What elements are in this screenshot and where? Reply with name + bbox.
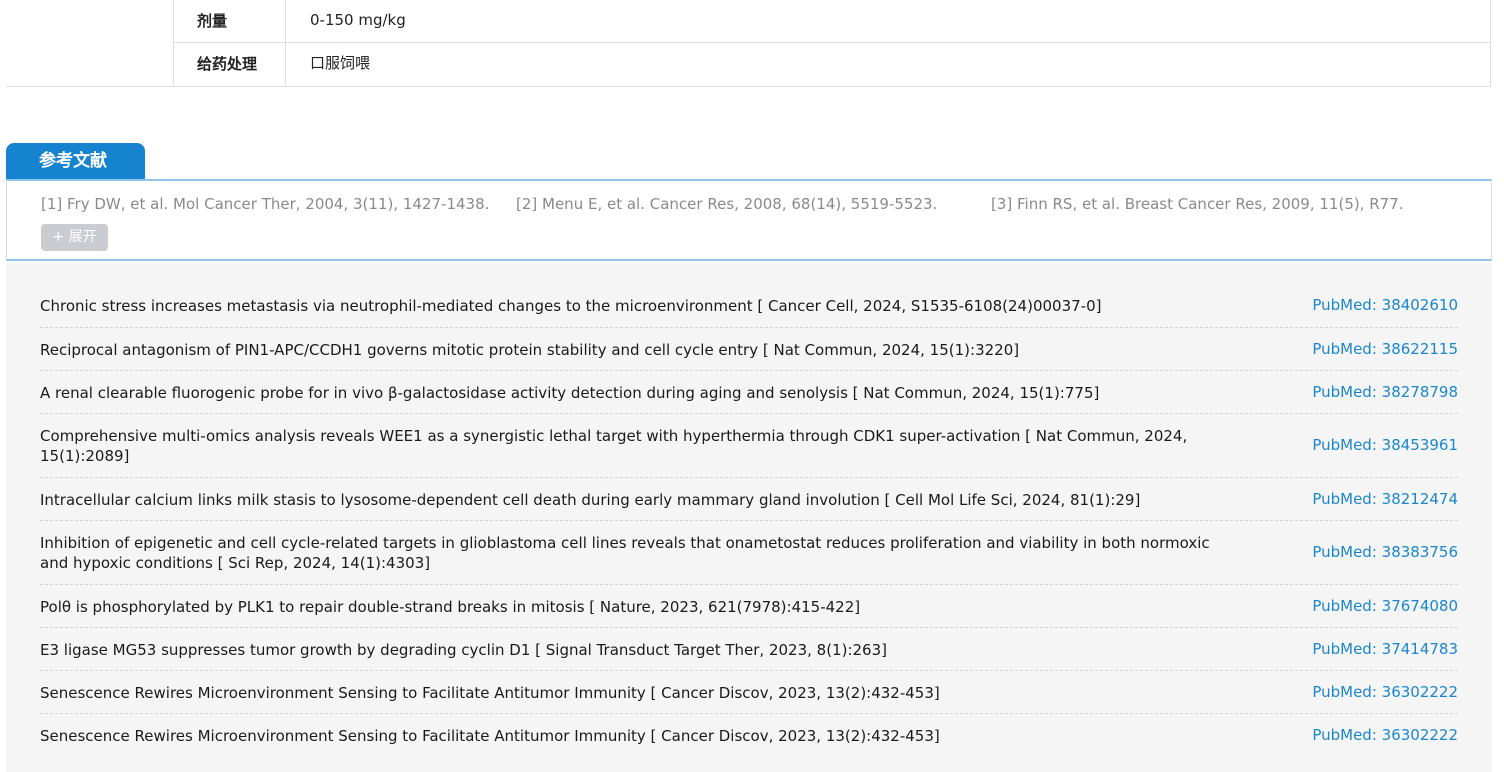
citation-row: Senescence Rewires Microenvironment Sens…	[40, 671, 1458, 714]
citations-list: Chronic stress increases metastasis via …	[40, 284, 1458, 757]
dosing-table: 剂量 0-150 mg/kg 给药处理 口服饲喂	[6, 0, 1491, 87]
pubmed-link[interactable]: PubMed: 38622115	[1312, 340, 1458, 358]
pubmed-link[interactable]: PubMed: 38278798	[1312, 383, 1458, 401]
citation-row: Inhibition of epigenetic and cell cycle-…	[40, 521, 1458, 585]
citation-row: Senescence Rewires Microenvironment Sens…	[40, 714, 1458, 757]
dosing-value: 口服饲喂	[310, 54, 371, 72]
dosing-table-spacer	[6, 0, 174, 87]
pubmed-link[interactable]: PubMed: 38383756	[1312, 543, 1458, 561]
dosing-key: 剂量	[174, 0, 286, 42]
citation-row: A renal clearable fluorogenic probe for …	[40, 371, 1458, 414]
expand-button[interactable]: + 展开	[41, 224, 108, 251]
citations-panel: Chronic stress increases metastasis via …	[6, 263, 1492, 772]
citation-title: E3 ligase MG53 suppresses tumor growth b…	[40, 641, 887, 659]
reference-item: [2] Menu E, et al. Cancer Res, 2008, 68(…	[516, 195, 938, 213]
pubmed-link[interactable]: PubMed: 38402610	[1312, 296, 1458, 314]
citation-row: Chronic stress increases metastasis via …	[40, 284, 1458, 328]
pubmed-link[interactable]: PubMed: 36302222	[1312, 683, 1458, 701]
citation-row: Polθ is phosphorylated by PLK1 to repair…	[40, 585, 1458, 628]
citation-row: E3 ligase MG53 suppresses tumor growth b…	[40, 628, 1458, 671]
pubmed-link[interactable]: PubMed: 37674080	[1312, 597, 1458, 615]
citation-title: Intracellular calcium links milk stasis …	[40, 491, 1141, 509]
dosing-key: 给药处理	[174, 43, 286, 87]
citation-title: Chronic stress increases metastasis via …	[40, 297, 1102, 315]
citation-title: Comprehensive multi-omics analysis revea…	[40, 427, 1188, 465]
references-box: [1] Fry DW, et al. Mol Cancer Ther, 2004…	[6, 179, 1492, 261]
citation-row: Intracellular calcium links milk stasis …	[40, 478, 1458, 521]
reference-item: [1] Fry DW, et al. Mol Cancer Ther, 2004…	[41, 195, 490, 213]
dosing-row-administration: 给药处理 口服饲喂	[174, 43, 1491, 87]
pubmed-link[interactable]: PubMed: 36302222	[1312, 726, 1458, 744]
citation-row: Reciprocal antagonism of PIN1-APC/CCDH1 …	[40, 328, 1458, 371]
dosing-row-dose: 剂量 0-150 mg/kg	[174, 0, 1491, 43]
dosing-value: 0-150 mg/kg	[310, 11, 406, 29]
references-tab[interactable]: 参考文献	[6, 143, 145, 180]
citation-row: Comprehensive multi-omics analysis revea…	[40, 414, 1458, 478]
reference-item: [3] Finn RS, et al. Breast Cancer Res, 2…	[991, 195, 1404, 213]
pubmed-link[interactable]: PubMed: 38453961	[1312, 436, 1458, 454]
citation-title: A renal clearable fluorogenic probe for …	[40, 384, 1100, 402]
citation-title: Polθ is phosphorylated by PLK1 to repair…	[40, 598, 861, 616]
citation-title: Senescence Rewires Microenvironment Sens…	[40, 684, 940, 702]
citation-title: Inhibition of epigenetic and cell cycle-…	[40, 534, 1210, 572]
citation-title: Reciprocal antagonism of PIN1-APC/CCDH1 …	[40, 341, 1020, 359]
pubmed-link[interactable]: PubMed: 37414783	[1312, 640, 1458, 658]
pubmed-link[interactable]: PubMed: 38212474	[1312, 490, 1458, 508]
citation-title: Senescence Rewires Microenvironment Sens…	[40, 727, 940, 745]
